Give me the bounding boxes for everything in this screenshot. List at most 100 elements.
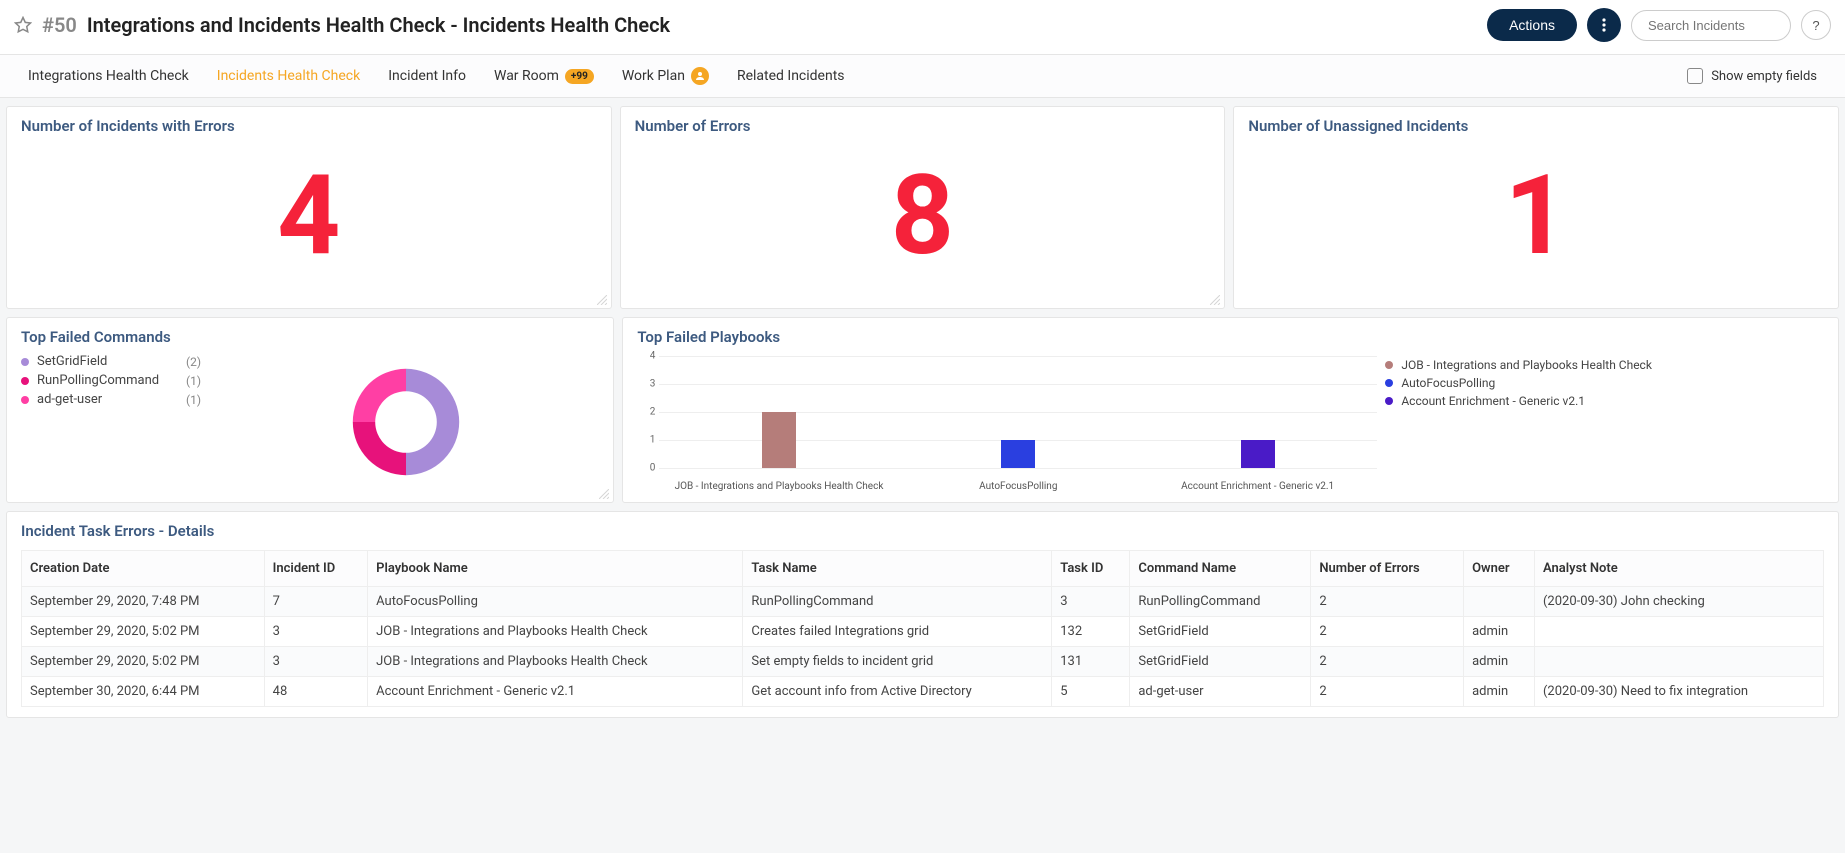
- column-header[interactable]: Owner: [1464, 551, 1535, 587]
- table-cell: September 29, 2020, 7:48 PM: [22, 587, 265, 617]
- table-cell: RunPollingCommand: [1130, 587, 1311, 617]
- table-cell: 2: [1311, 587, 1464, 617]
- legend-color-dot: [1385, 397, 1393, 405]
- table-row[interactable]: September 30, 2020, 6:44 PM48Account Enr…: [22, 677, 1824, 707]
- card-title: Number of Unassigned Incidents: [1248, 117, 1824, 135]
- legend-color-dot: [21, 358, 29, 366]
- table-cell: 3: [264, 617, 367, 647]
- column-header[interactable]: Creation Date: [22, 551, 265, 587]
- legend-item[interactable]: Account Enrichment - Generic v2.1: [1385, 392, 1824, 410]
- bar-slot: [659, 356, 898, 468]
- legend-label: AutoFocusPolling: [1401, 376, 1495, 390]
- table-cell: ad-get-user: [1130, 677, 1311, 707]
- legend-item[interactable]: ad-get-user(1): [21, 390, 201, 409]
- donut-chart: [336, 352, 476, 492]
- bar[interactable]: [1241, 440, 1275, 468]
- tab-incidents-health-check[interactable]: Incidents Health Check: [217, 55, 360, 97]
- x-tick-label: Account Enrichment - Generic v2.1: [1138, 481, 1377, 492]
- column-header[interactable]: Task Name: [743, 551, 1052, 587]
- table-row[interactable]: September 29, 2020, 7:48 PM7AutoFocusPol…: [22, 587, 1824, 617]
- table-cell: 7: [264, 587, 367, 617]
- legend-label: RunPollingCommand: [37, 373, 186, 388]
- legend-item[interactable]: JOB - Integrations and Playbooks Health …: [1385, 356, 1824, 374]
- table-cell: Set empty fields to incident grid: [743, 647, 1052, 677]
- table-cell: [1464, 587, 1535, 617]
- incident-id: #50: [42, 13, 77, 37]
- legend-label: ad-get-user: [37, 392, 186, 407]
- card-incidents-with-errors: Number of Incidents with Errors 4: [6, 106, 612, 309]
- table-cell: 2: [1311, 677, 1464, 707]
- table-cell: Get account info from Active Directory: [743, 677, 1052, 707]
- tab-label: Related Incidents: [737, 68, 845, 84]
- card-title: Top Failed Playbooks: [637, 328, 1824, 346]
- table-cell: 132: [1052, 617, 1130, 647]
- table-cell: [1534, 647, 1823, 677]
- count-badge: +99: [565, 69, 594, 84]
- help-button[interactable]: ?: [1801, 10, 1831, 40]
- bar-slot: [1138, 356, 1377, 468]
- column-header[interactable]: Analyst Note: [1534, 551, 1823, 587]
- column-header[interactable]: Task ID: [1052, 551, 1130, 587]
- card-value: 1: [1248, 141, 1824, 298]
- legend-item[interactable]: AutoFocusPolling: [1385, 374, 1824, 392]
- actions-button[interactable]: Actions: [1487, 9, 1577, 41]
- bar-slot: [899, 356, 1138, 468]
- legend-count: (2): [186, 355, 201, 369]
- tab-label: War Room: [494, 68, 559, 84]
- table-cell: admin: [1464, 677, 1535, 707]
- tab-related-incidents[interactable]: Related Incidents: [737, 55, 845, 97]
- legend-item[interactable]: SetGridField(2): [21, 352, 201, 371]
- tab-work-plan[interactable]: Work Plan: [622, 55, 709, 97]
- user-avatar-icon: [691, 67, 709, 85]
- resize-handle-icon[interactable]: [1210, 294, 1220, 304]
- y-tick-label: 1: [637, 435, 655, 446]
- page-title: Integrations and Incidents Health Check …: [87, 13, 670, 37]
- legend-label: SetGridField: [37, 354, 186, 369]
- card-number-of-errors: Number of Errors 8: [620, 106, 1226, 309]
- legend-count: (1): [186, 393, 201, 407]
- card-top-failed-playbooks: Top Failed Playbooks 01234 JOB - Integra…: [622, 317, 1839, 503]
- column-header[interactable]: Incident ID: [264, 551, 367, 587]
- table-cell: (2020-09-30) Need to fix integration: [1534, 677, 1823, 707]
- bar[interactable]: [762, 412, 796, 468]
- table-cell: admin: [1464, 617, 1535, 647]
- table-cell: RunPollingCommand: [743, 587, 1052, 617]
- resize-handle-icon[interactable]: [599, 488, 609, 498]
- tabs-row: Integrations Health Check Incidents Healt…: [0, 54, 1845, 98]
- tab-integrations-health-check[interactable]: Integrations Health Check: [28, 55, 189, 97]
- column-header[interactable]: Number of Errors: [1311, 551, 1464, 587]
- y-tick-label: 2: [637, 407, 655, 418]
- card-unassigned-incidents: Number of Unassigned Incidents 1: [1233, 106, 1839, 309]
- column-header[interactable]: Command Name: [1130, 551, 1311, 587]
- legend-label: JOB - Integrations and Playbooks Health …: [1401, 358, 1652, 372]
- tab-label: Incident Info: [388, 68, 466, 84]
- card-title: Number of Incidents with Errors: [21, 117, 597, 135]
- table-row[interactable]: September 29, 2020, 5:02 PM3JOB - Integr…: [22, 617, 1824, 647]
- column-header[interactable]: Playbook Name: [368, 551, 743, 587]
- bar[interactable]: [1001, 440, 1035, 468]
- table-cell: JOB - Integrations and Playbooks Health …: [368, 617, 743, 647]
- table-cell: Account Enrichment - Generic v2.1: [368, 677, 743, 707]
- table-cell: 48: [264, 677, 367, 707]
- show-empty-checkbox[interactable]: [1687, 68, 1703, 84]
- dots-vertical-icon: [1602, 18, 1606, 32]
- show-empty-label: Show empty fields: [1711, 69, 1817, 84]
- gridline: [659, 468, 1377, 469]
- table-cell: [1534, 617, 1823, 647]
- card-value: 8: [635, 141, 1211, 298]
- table-cell: September 30, 2020, 6:44 PM: [22, 677, 265, 707]
- x-tick-label: JOB - Integrations and Playbooks Health …: [659, 481, 898, 492]
- table-cell: Creates failed Integrations grid: [743, 617, 1052, 647]
- search-input[interactable]: [1631, 10, 1791, 41]
- table-cell: 5: [1052, 677, 1130, 707]
- card-title: Incident Task Errors - Details: [21, 522, 1824, 540]
- tab-incident-info[interactable]: Incident Info: [388, 55, 466, 97]
- favorite-star-icon[interactable]: [14, 16, 32, 34]
- legend-item[interactable]: RunPollingCommand(1): [21, 371, 201, 390]
- more-menu-button[interactable]: [1587, 8, 1621, 42]
- tab-war-room[interactable]: War Room +99: [494, 55, 594, 97]
- table-cell: SetGridField: [1130, 647, 1311, 677]
- table-row[interactable]: September 29, 2020, 5:02 PM3JOB - Integr…: [22, 647, 1824, 677]
- resize-handle-icon[interactable]: [597, 294, 607, 304]
- table-cell: (2020-09-30) John checking: [1534, 587, 1823, 617]
